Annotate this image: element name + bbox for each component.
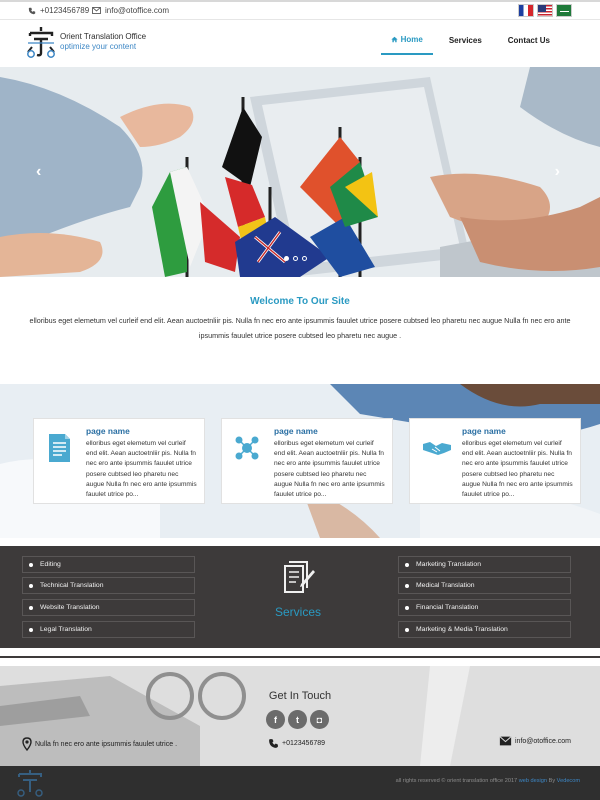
slider-dot[interactable] (302, 256, 307, 261)
service-label: Legal Translation (40, 626, 92, 633)
service-label: Website Translation (40, 604, 100, 611)
bullet-icon (405, 627, 409, 632)
nav-home-label: Home (400, 35, 423, 44)
service-label: Editing (40, 561, 61, 568)
contact-title: Get In Touch (268, 690, 332, 702)
phone-icon (28, 7, 36, 14)
feature-card-text: elloribus eget elemetum vel curleif end … (462, 440, 573, 499)
topbar-email-text: info@otoffice.com (105, 6, 170, 15)
service-label: Financial Translation (416, 604, 479, 611)
service-label: Medical Translation (416, 582, 475, 589)
arabic-flag-icon[interactable] (556, 4, 572, 17)
language-switcher (518, 4, 572, 17)
brand-tagline: optimize your content (60, 42, 137, 51)
service-item[interactable]: Website Translation (22, 599, 195, 616)
nav-home[interactable]: Home (380, 30, 433, 55)
hero-image (0, 67, 600, 277)
bullet-icon (405, 583, 409, 588)
mail-icon (92, 7, 101, 14)
nav-contact[interactable]: Contact Us (498, 30, 560, 55)
feature-card[interactable]: page name elloribus eget elemetum vel cu… (221, 418, 393, 504)
service-item[interactable]: Legal Translation (22, 621, 195, 638)
feature-card-title: page name (86, 426, 130, 436)
contact-phone-text: +0123456789 (282, 740, 326, 747)
service-label: Marketing & Media Translation (416, 626, 508, 633)
credit-link[interactable]: Vedecom (557, 778, 580, 784)
topbar-phone[interactable]: +0123456789 (28, 6, 89, 15)
copyright-text: all rights reserved © orient translation… (396, 778, 580, 784)
site-logo[interactable]: Orient Translation Office optimize your … (24, 25, 146, 59)
feature-card-title: page name (274, 426, 318, 436)
service-item[interactable]: Editing (22, 556, 195, 573)
nav-services-label: Services (448, 36, 482, 45)
bullet-icon (405, 562, 409, 567)
welcome-text: elloribus eget elemetum vel curleif end … (29, 316, 571, 340)
instagram-icon[interactable]: ◘ (310, 710, 329, 729)
site-footer: all rights reserved © orient translation… (0, 766, 600, 800)
welcome-title: Welcome To Our Site (250, 296, 350, 307)
slider-next-icon[interactable]: › (555, 163, 560, 181)
contact-email-text: info@otoffice.com (515, 737, 572, 745)
site-header: Orient Translation Office optimize your … (0, 20, 600, 67)
twitter-icon[interactable]: t (288, 710, 307, 729)
english-flag-icon[interactable] (537, 4, 553, 17)
feature-card[interactable]: page name elloribus eget elemetum vel cu… (33, 418, 205, 504)
slider-dot[interactable] (284, 256, 289, 261)
location-pin-icon (22, 737, 32, 751)
bullet-icon (405, 605, 409, 610)
topbar-phone-text: +0123456789 (40, 6, 90, 15)
brand-name: Orient Translation Office (60, 32, 147, 41)
service-item[interactable]: Medical Translation (398, 577, 571, 594)
nav-services[interactable]: Services (439, 30, 492, 55)
network-icon (235, 436, 259, 460)
feature-card-text: elloribus eget elemetum vel curleif end … (86, 440, 197, 499)
web-design-link[interactable]: web design (519, 778, 547, 784)
copyright-prefix: all rights reserved © orient translation… (395, 778, 519, 784)
slider-dots (284, 256, 307, 261)
section-divider (0, 656, 600, 658)
service-label: Technical Translation (40, 582, 104, 589)
document-icon (49, 434, 70, 462)
slider-dot[interactable] (293, 256, 298, 261)
services-title: Services (274, 605, 321, 619)
service-item[interactable]: Financial Translation (398, 599, 571, 616)
main-nav: Home Services Contact Us (375, 30, 560, 55)
social-links: f t ◘ (266, 710, 329, 729)
bullet-icon (29, 562, 33, 567)
facebook-icon[interactable]: f (266, 710, 285, 729)
service-item[interactable]: Technical Translation (22, 577, 195, 594)
topbar-email[interactable]: info@otoffice.com (92, 6, 169, 15)
services-document-icon (284, 561, 315, 593)
feature-card-text: elloribus eget elemetum vel curleif end … (274, 440, 385, 499)
contact-section: Get In Touch f t ◘ Nulla fn nec ero ante… (0, 666, 600, 766)
contact-address-text: Nulla fn nec ero ante ipsummis fauulet u… (35, 740, 178, 748)
welcome-section: Welcome To Our Site elloribus eget eleme… (0, 296, 600, 343)
service-label: Marketing Translation (416, 561, 481, 568)
logo-mark-icon (27, 27, 55, 58)
feature-card-title: page name (462, 426, 506, 436)
bullet-icon (29, 583, 33, 588)
contact-address: Nulla fn nec ero ante ipsummis fauulet u… (22, 737, 177, 751)
copyright-by: By (547, 778, 557, 784)
french-flag-icon[interactable] (518, 4, 534, 17)
hero-slider: ‹ › (0, 67, 600, 277)
slider-prev-icon[interactable]: ‹ (36, 163, 41, 181)
services-section: Editing Technical Translation Website Tr… (0, 546, 600, 648)
top-bar: +0123456789 info@otoffice.com (0, 0, 600, 20)
phone-icon (269, 739, 278, 748)
bullet-icon (29, 605, 33, 610)
contact-email[interactable]: info@otoffice.com (499, 736, 571, 746)
service-item[interactable]: Marketing Translation (398, 556, 571, 573)
services-heading: Services (268, 558, 328, 619)
home-icon (390, 36, 398, 43)
features-section: page name elloribus eget elemetum vel cu… (0, 384, 600, 538)
bullet-icon (29, 627, 33, 632)
mail-icon (499, 736, 512, 746)
feature-card[interactable]: page name elloribus eget elemetum vel cu… (409, 418, 581, 504)
nav-contact-label: Contact Us (507, 36, 550, 45)
handshake-icon (423, 442, 451, 455)
contact-phone[interactable]: +0123456789 (268, 738, 325, 749)
footer-logo-icon (17, 770, 43, 797)
service-item[interactable]: Marketing & Media Translation (398, 621, 571, 638)
